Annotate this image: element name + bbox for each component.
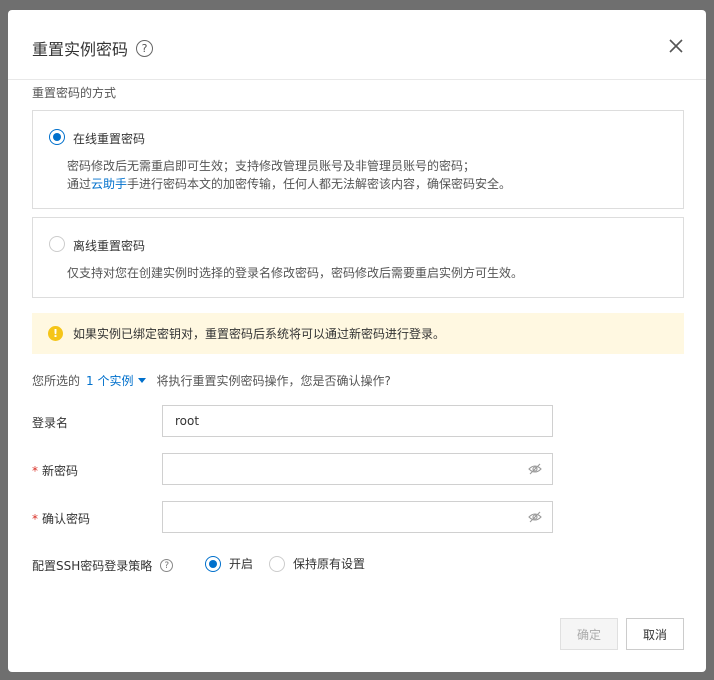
new-password-label: * 新密码 <box>32 462 78 479</box>
dialog-title-text: 重置实例密码 <box>32 40 129 59</box>
reset-password-dialog: 重置实例密码 ? 重置密码的方式 在线重置密码 密码修改后无需重启即可生效；支持… <box>8 10 706 672</box>
alert-text: 如果实例已绑定密钥对，重置密码后系统将可以通过新密码进行登录。 <box>73 327 446 341</box>
ssh-option-keep[interactable]: 保持原有设置 <box>269 555 365 572</box>
confirm-prefix: 您所选的 <box>32 374 81 388</box>
online-reset-radio[interactable] <box>49 129 65 145</box>
ssh-option-enable[interactable]: 开启 <box>205 555 253 572</box>
ssh-policy-label-text: 配置SSH密码登录策略 <box>32 559 153 573</box>
reset-method-label: 重置密码的方式 <box>32 86 117 100</box>
instance-count-text: 1 个实例 <box>86 374 134 388</box>
confirm-button[interactable]: 确定 <box>560 618 618 650</box>
ssh-keep-radio[interactable] <box>269 555 285 572</box>
confirm-suffix: 将执行重置实例密码操作，您是否确认操作? <box>156 374 391 388</box>
online-reset-desc: 密码修改后无需重启即可生效；支持修改管理员账号及非管理员账号的密码； 通过云助手… <box>67 157 511 193</box>
login-name-value: root <box>175 414 200 428</box>
offline-reset-title: 离线重置密码 <box>73 239 146 253</box>
title-divider <box>8 79 706 80</box>
new-password-label-text: 新密码 <box>42 464 79 478</box>
offline-reset-desc: 仅支持对您在创建实例时选择的登录名修改密码，密码修改后需要重启实例方可生效。 <box>67 266 524 280</box>
desc-line2-pre: 通过 <box>67 177 92 191</box>
offline-reset-radio[interactable] <box>49 236 65 252</box>
online-reset-desc-line1: 密码修改后无需重启即可生效；支持修改管理员账号及非管理员账号的密码； <box>67 159 476 173</box>
desc-line2-post: 手进行密码本文的加密传输，任何人都无法解密该内容，确保密码安全。 <box>127 177 512 191</box>
selected-instances-dropdown[interactable]: 1 个实例 <box>86 372 147 389</box>
ssh-enable-label: 开启 <box>229 557 254 571</box>
warning-alert: ! 如果实例已绑定密钥对，重置密码后系统将可以通过新密码进行登录。 <box>32 313 684 354</box>
ssh-enable-radio[interactable] <box>205 555 221 572</box>
cancel-button[interactable]: 取消 <box>626 618 684 650</box>
required-mark: * <box>32 512 38 526</box>
required-mark: * <box>32 464 38 478</box>
ssh-keep-label: 保持原有设置 <box>293 557 366 571</box>
eye-hidden-icon[interactable] <box>528 462 542 476</box>
question-circle-icon[interactable]: ? <box>136 39 154 57</box>
confirm-statement: 您所选的 1 个实例 将执行重置实例密码操作，您是否确认操作? <box>32 372 391 389</box>
new-password-input[interactable] <box>162 453 553 485</box>
ssh-policy-label: 配置SSH密码登录策略 ? <box>32 557 174 574</box>
eye-hidden-icon[interactable] <box>528 510 542 524</box>
option-offline-reset[interactable]: 离线重置密码 仅支持对您在创建实例时选择的登录名修改密码，密码修改后需要重启实例… <box>32 217 684 298</box>
warning-icon: ! <box>48 326 63 341</box>
cloud-assistant-link[interactable]: 云助手 <box>91 177 127 191</box>
option-online-reset[interactable]: 在线重置密码 密码修改后无需重启即可生效；支持修改管理员账号及非管理员账号的密码… <box>32 110 684 209</box>
question-circle-icon[interactable]: ? <box>160 559 174 572</box>
confirm-password-label: * 确认密码 <box>32 510 90 527</box>
login-name-label: 登录名 <box>32 416 69 430</box>
confirm-password-label-text: 确认密码 <box>42 512 91 526</box>
dialog-title: 重置实例密码 ? <box>32 36 154 60</box>
login-name-input[interactable]: root <box>162 405 553 437</box>
online-reset-title: 在线重置密码 <box>73 132 146 146</box>
chevron-down-icon <box>138 378 147 383</box>
online-reset-desc-line2: 通过云助手手进行密码本文的加密传输，任何人都无法解密该内容，确保密码安全。 <box>67 175 511 193</box>
close-icon[interactable] <box>668 38 684 54</box>
confirm-password-input[interactable] <box>162 501 553 533</box>
